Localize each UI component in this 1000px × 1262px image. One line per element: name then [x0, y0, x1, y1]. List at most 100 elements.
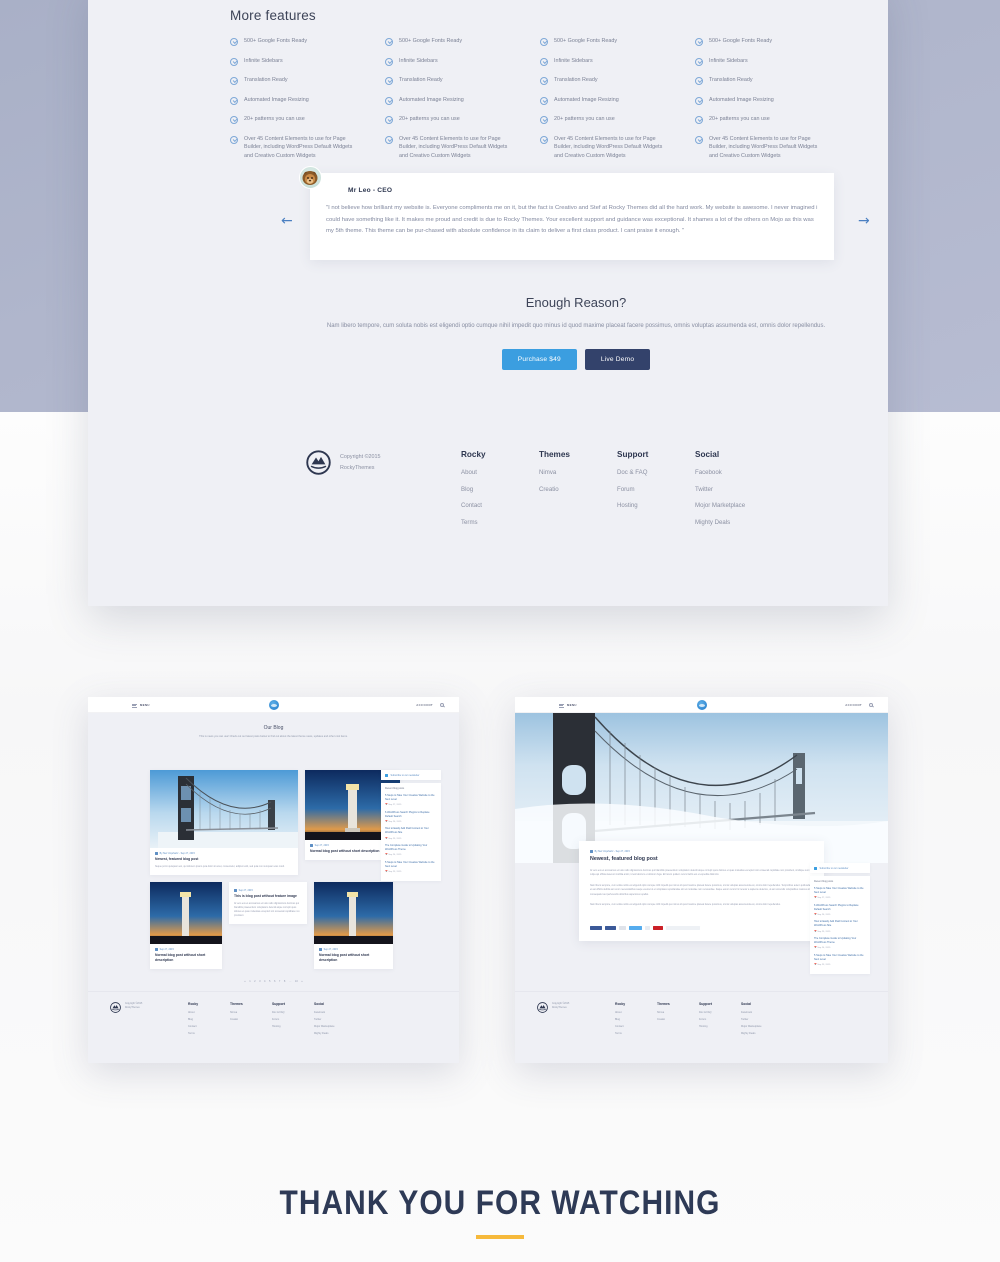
account-label[interactable]: ACCOUNT — [416, 703, 433, 707]
footer-link[interactable]: Contact — [461, 503, 539, 509]
facebook-share-button[interactable] — [605, 925, 616, 931]
mockup-footer-link[interactable]: Twitter — [314, 1018, 370, 1021]
footer-link[interactable]: Mighty Deals — [695, 519, 797, 526]
mockup-footer-link[interactable]: About — [188, 1011, 230, 1014]
mockup-footer-link[interactable]: Terms — [615, 1032, 657, 1035]
pagination-item[interactable]: … — [289, 980, 292, 983]
recent-post-item[interactable]: 5 Steps to Take Your Creative Website to… — [385, 861, 437, 873]
testimonial-prev-arrow-icon[interactable]: ← — [281, 214, 293, 228]
mockup-footer-link[interactable]: Forum — [699, 1018, 741, 1021]
mockup-footer-link[interactable]: Hosting — [272, 1025, 314, 1028]
site-logo-icon[interactable] — [268, 700, 279, 710]
mockup-footer-link[interactable]: Doc & FAQ — [699, 1011, 741, 1014]
mockup-footer-link[interactable]: Hosting — [699, 1025, 741, 1028]
recent-post-title[interactable]: How to Easily Add Paid Content to Your W… — [814, 920, 866, 928]
facebook-like-button[interactable] — [590, 925, 602, 931]
pagination-item[interactable]: 6 — [274, 980, 275, 983]
footer-link[interactable]: Forum — [617, 486, 695, 493]
mockup-footer-link[interactable]: About — [615, 1011, 657, 1014]
mockup-footer-link[interactable]: Twitter — [741, 1018, 797, 1021]
recent-post-title[interactable]: The Complete Guide to Updating Your Word… — [385, 844, 437, 852]
pagination-item[interactable]: 3 — [259, 980, 260, 983]
mockup-footer-link[interactable]: Creatio — [230, 1018, 272, 1021]
pagination-item[interactable]: 1 — [249, 980, 250, 983]
site-logo-icon[interactable] — [696, 700, 707, 710]
menu-label[interactable]: MENU — [567, 703, 577, 707]
mockup-footer-link[interactable]: Mojor Marketplace — [314, 1025, 370, 1028]
search-icon[interactable] — [868, 702, 873, 707]
mockup-footer-link[interactable]: Facebook — [314, 1011, 370, 1014]
subscribe-newsletter-button[interactable]: Subscribe to our newsletter — [381, 770, 441, 780]
footer-link[interactable]: Blog — [461, 486, 539, 493]
blog-card[interactable]: Sep 27, 2015 Normal blog post without sh… — [150, 881, 222, 969]
pagination-item[interactable]: 2 — [254, 980, 255, 983]
recent-post-item[interactable]: 5 Steps to Take Your Creative Website to… — [814, 954, 866, 966]
purchase-button[interactable]: Purchase $49 — [501, 348, 577, 370]
mockup-footer-link[interactable]: Mojor Marketplace — [741, 1025, 797, 1028]
mockup-footer-link[interactable]: Contact — [188, 1025, 230, 1028]
pagination-item[interactable]: « — [244, 980, 245, 983]
recent-post-title[interactable]: The Complete Guide to Updating Your Word… — [814, 937, 866, 945]
pagination[interactable]: « 1 2 3 4 5 6 7 8 … 10» — [88, 980, 459, 983]
footer-link[interactable]: Nimva — [539, 469, 617, 476]
mockup-footer-link[interactable]: Blog — [615, 1018, 657, 1021]
testimonial-next-arrow-icon[interactable]: → — [858, 214, 870, 228]
pagination-item[interactable]: 7 — [279, 980, 280, 983]
recent-post-title[interactable]: 5 Steps to Take Your Creative Website to… — [814, 954, 866, 962]
footer-link[interactable]: Twitter — [695, 486, 797, 493]
mockup-footer-link[interactable]: Creatio — [657, 1018, 699, 1021]
recent-post-item[interactable]: 5 Steps to Take Your Creative Website to… — [814, 887, 866, 899]
mockup-footer-link[interactable]: Terms — [188, 1032, 230, 1035]
recent-post-item[interactable]: 5 Steps to Take Your Creative Website to… — [385, 794, 437, 806]
footer-link[interactable]: Doc & FAQ — [617, 469, 695, 476]
recent-post-title[interactable]: 6 WordPress Search Plugins to Replace De… — [814, 904, 866, 912]
blog-card[interactable]: By Stef Urquhartz - Sep 27, 2015 Newest,… — [150, 770, 298, 875]
live-demo-button[interactable]: Live Demo — [584, 348, 651, 370]
mockup-footer-link[interactable]: Mighty Deals — [741, 1032, 797, 1035]
hamburger-icon[interactable] — [559, 703, 564, 710]
recent-post-item[interactable]: How to Easily Add Paid Content to Your W… — [814, 920, 866, 932]
recent-post-title[interactable]: How to Easily Add Paid Content to Your W… — [385, 827, 437, 835]
mockup-footer-link[interactable]: Facebook — [741, 1011, 797, 1014]
blog-card-title[interactable]: Newest, featured blog post — [150, 855, 298, 862]
pagination-item[interactable]: 4 — [264, 980, 265, 983]
account-label[interactable]: ACCOUNT — [845, 703, 862, 707]
blog-card-no-image[interactable]: Sep 27, 2015 This is blog post without f… — [229, 881, 307, 924]
recent-post-item[interactable]: 6 WordPress Search Plugins to Replace De… — [385, 811, 437, 823]
footer-link[interactable]: Facebook — [695, 469, 797, 476]
pagination-item[interactable]: 8 — [284, 980, 285, 983]
pinterest-button[interactable] — [653, 925, 663, 931]
recent-post-title[interactable]: 6 WordPress Search Plugins to Replace De… — [385, 811, 437, 819]
recent-post-item[interactable]: The Complete Guide to Updating Your Word… — [385, 844, 437, 856]
footer-link[interactable]: Creatio — [539, 486, 617, 493]
social-share-bar[interactable] — [590, 925, 813, 931]
mockup-footer-link[interactable]: Doc & FAQ — [272, 1011, 314, 1014]
hamburger-icon[interactable] — [132, 703, 137, 710]
mockup-footer-link[interactable]: Contact — [615, 1025, 657, 1028]
pagination-item[interactable]: » — [301, 980, 302, 983]
pagination-item[interactable]: 5 — [269, 980, 270, 983]
menu-label[interactable]: MENU — [140, 703, 150, 707]
recent-post-title[interactable]: 5 Steps to Take Your Creative Website to… — [385, 794, 437, 802]
recent-post-title[interactable]: 5 Steps to Take Your Creative Website to… — [814, 887, 866, 895]
recent-post-item[interactable]: How to Easily Add Paid Content to Your W… — [385, 827, 437, 839]
blog-card-title[interactable]: Normal blog post without short descripti… — [314, 951, 393, 969]
footer-link[interactable]: About — [461, 469, 539, 476]
blog-card-title[interactable]: This is blog post without feature image — [229, 892, 307, 899]
footer-link[interactable]: Hosting — [617, 503, 695, 509]
mockup-footer-link[interactable]: Nimva — [657, 1011, 699, 1014]
footer-link[interactable]: Terms — [461, 519, 539, 526]
recent-post-item[interactable]: The Complete Guide to Updating Your Word… — [814, 937, 866, 949]
subscribe-newsletter-button[interactable]: Subscribe to our newsletter — [810, 863, 870, 873]
blog-card-title[interactable]: Normal blog post without short descripti… — [150, 951, 222, 969]
twitter-tweet-button[interactable] — [629, 925, 642, 931]
mockup-footer-link[interactable]: Mighty Deals — [314, 1032, 370, 1035]
mockup-footer-link[interactable]: Blog — [188, 1018, 230, 1021]
blog-card[interactable]: Sep 27, 2015 Normal blog post without sh… — [314, 881, 393, 969]
mockup-footer-link[interactable]: Forum — [272, 1018, 314, 1021]
pagination-item[interactable]: 10 — [295, 980, 298, 983]
recent-post-title[interactable]: 5 Steps to Take Your Creative Website to… — [385, 861, 437, 869]
search-icon[interactable] — [439, 702, 444, 707]
footer-link[interactable]: Mojor Marketplace — [695, 503, 797, 509]
mockup-footer-link[interactable]: Nimva — [230, 1011, 272, 1014]
